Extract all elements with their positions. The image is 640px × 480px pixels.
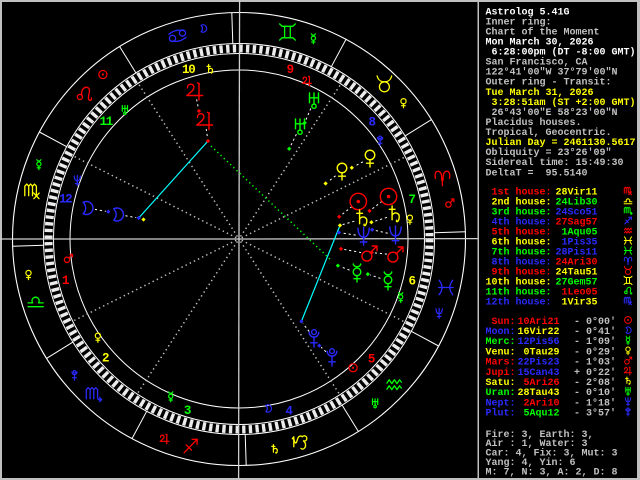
- svg-text:10Ari21: 10Ari21: [518, 316, 560, 328]
- svg-text:M: 7, N: 3, A: 2, D: 8: M: 7, N: 3, A: 2, D: 8: [486, 467, 618, 478]
- svg-text:- 1°03': - 1°03': [574, 357, 616, 369]
- svg-text:1Vir35: 1Vir35: [556, 296, 598, 308]
- svg-text:6: 6: [408, 275, 416, 289]
- svg-text:16Vir22: 16Vir22: [518, 326, 560, 338]
- svg-text:4: 4: [285, 404, 293, 418]
- svg-text:2: 2: [102, 352, 110, 366]
- svg-text:5Ari26: 5Ari26: [518, 377, 560, 389]
- svg-text:- 0°29': - 0°29': [574, 346, 616, 358]
- svg-text:9: 9: [287, 63, 295, 77]
- svg-text:+ 0°22': + 0°22': [574, 367, 616, 379]
- svg-text:5Aqu12: 5Aqu12: [518, 409, 560, 420]
- svg-text:1: 1: [62, 274, 70, 288]
- svg-text:- 0°41': - 0°41': [574, 326, 616, 338]
- svg-text:5: 5: [368, 352, 376, 366]
- svg-text:Jupi:: Jupi:: [486, 367, 516, 379]
- svg-text:12th house:: 12th house:: [486, 296, 552, 308]
- svg-text:- 1°18': - 1°18': [574, 397, 616, 409]
- svg-text:22Pis23: 22Pis23: [518, 357, 560, 369]
- svg-text:1: 1: [106, 115, 114, 129]
- svg-text:DeltaT = 95.5140: DeltaT = 95.5140: [486, 167, 588, 179]
- svg-text:7: 7: [409, 193, 417, 207]
- svg-text:- 2°08': - 2°08': [574, 377, 616, 389]
- svg-text:12Pis56: 12Pis56: [518, 336, 560, 348]
- svg-text:3: 3: [184, 404, 192, 418]
- svg-text:2Ari10: 2Ari10: [518, 397, 560, 409]
- svg-text:- 0°10': - 0°10': [574, 387, 616, 399]
- svg-text:- 1°09': - 1°09': [574, 336, 616, 348]
- svg-text:0: 0: [188, 63, 196, 77]
- svg-text:2: 2: [65, 193, 73, 207]
- svg-text:- 0°00': - 0°00': [574, 316, 616, 328]
- svg-text:Plut:: Plut:: [486, 408, 516, 420]
- svg-text:- 3°57': - 3°57': [574, 408, 616, 420]
- svg-text:8: 8: [369, 116, 377, 130]
